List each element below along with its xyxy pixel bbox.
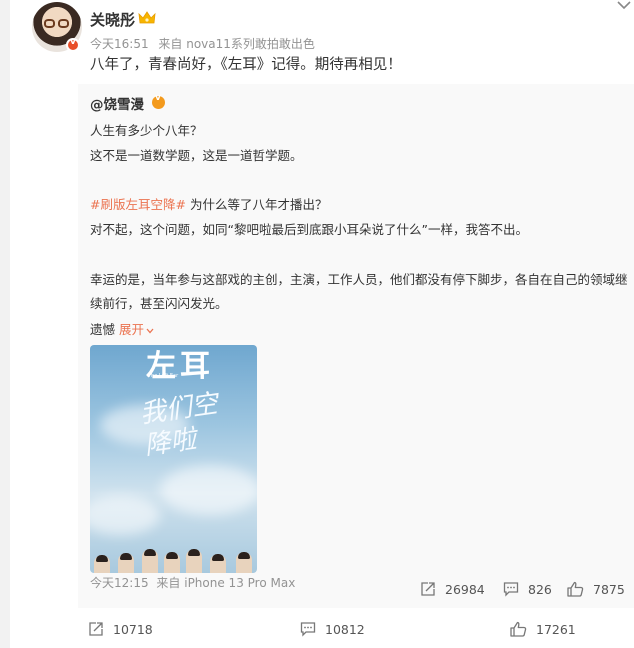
- post-author-name[interactable]: 关晓彤: [90, 9, 135, 30]
- chevron-down-icon[interactable]: [146, 328, 154, 334]
- share-button[interactable]: 10718: [88, 620, 153, 638]
- post-text: 八年了，青春尚好，《左耳》记得。期待再相见！: [90, 57, 402, 73]
- cast-member: [186, 549, 202, 573]
- like-count: 7875: [593, 581, 625, 597]
- reposted-content[interactable]: @饶雪漫 人生有多少个八年？ 这不是一道数学题，这是一道哲学题。 #刷版左耳空降…: [78, 84, 634, 608]
- repost-time[interactable]: 今天12:15: [90, 576, 149, 590]
- repost-author-name[interactable]: @饶雪漫: [90, 93, 144, 113]
- repost-share-button[interactable]: 26984: [420, 580, 485, 598]
- cast-member: [236, 552, 252, 573]
- comment-button[interactable]: 10812: [300, 620, 365, 638]
- chevron-down-icon[interactable]: [617, 0, 631, 10]
- repost-line-6: 续前行，甚至闪闪发光。: [90, 296, 228, 311]
- cast-member: [94, 555, 110, 573]
- cloud-shape: [160, 465, 257, 515]
- share-count: 10718: [113, 621, 153, 637]
- crown-icon: [138, 11, 156, 24]
- repost-meta: 今天12:15 来自 iPhone 13 Pro Max: [90, 574, 299, 591]
- poster-subtitle: The Left Ear: [148, 373, 179, 379]
- thumbs-up-icon: [510, 621, 527, 637]
- poster-cast: [90, 547, 257, 573]
- hashtag-link[interactable]: #刷版左耳空降#: [90, 197, 186, 212]
- repost-line-7-text: 遗憾: [90, 322, 116, 337]
- repost-line-2: 这不是一道数学题，这是一道哲学题。: [90, 148, 303, 163]
- post-meta: 今天16:51 来自 nova11系列敢拍敢出色: [90, 35, 321, 52]
- thumbs-up-icon: [567, 581, 584, 597]
- share-icon: [421, 582, 435, 596]
- poster-image[interactable]: 左耳 The Left Ear 我们空降啦: [90, 345, 257, 573]
- repost-line-1: 人生有多少个八年？: [90, 123, 203, 138]
- repost-like-button[interactable]: 7875: [567, 580, 625, 598]
- repost-comment-button[interactable]: 826: [503, 580, 552, 598]
- share-icon: [89, 622, 103, 636]
- cloud-shape: [90, 495, 160, 535]
- like-count: 17261: [536, 621, 576, 637]
- verified-badge-icon: [152, 93, 165, 109]
- repost-line-7: 遗憾 展开: [90, 319, 154, 338]
- repost-line-3-text: 为什么等了八年才播出？: [189, 197, 328, 212]
- expand-label[interactable]: 展开: [119, 322, 144, 337]
- expand-link[interactable]: 展开: [119, 322, 154, 337]
- weibo-post-card: 关晓彤 今天16:51 来自 nova11系列敢拍敢出色 八年了，青春尚好，《左…: [10, 0, 634, 648]
- comment-count: 10812: [325, 621, 365, 637]
- cast-member: [210, 554, 226, 573]
- comment-icon: [300, 622, 316, 637]
- like-button[interactable]: 17261: [510, 620, 576, 638]
- poster-title: 左耳: [146, 349, 214, 384]
- verified-badge-icon: [66, 37, 80, 52]
- post-source: 来自 nova11系列敢拍敢出色: [158, 37, 315, 51]
- comment-count: 826: [528, 581, 552, 597]
- repost-line-5: 幸运的是，当年参与这部戏的主创，主演，工作人员，他们都没有停下脚步，各自在自己的…: [90, 272, 628, 287]
- share-count: 26984: [445, 581, 485, 597]
- comment-icon: [503, 582, 519, 597]
- cast-member: [118, 553, 134, 573]
- poster-script-text: 我们空降啦: [138, 389, 220, 462]
- repost-source: 来自 iPhone 13 Pro Max: [156, 576, 296, 590]
- glasses-detail: [44, 19, 70, 28]
- post-time[interactable]: 今天16:51: [90, 37, 149, 51]
- cast-member: [142, 549, 158, 573]
- repost-line-4: 对不起，这个问题，如同“黎吧啦最后到底跟小耳朵说了什么”一样，我答不出。: [90, 222, 528, 237]
- repost-line-3: #刷版左耳空降# 为什么等了八年才播出？: [90, 194, 327, 213]
- bottom-action-bar: 10718 10812 17261: [10, 612, 634, 648]
- cast-member: [164, 552, 180, 573]
